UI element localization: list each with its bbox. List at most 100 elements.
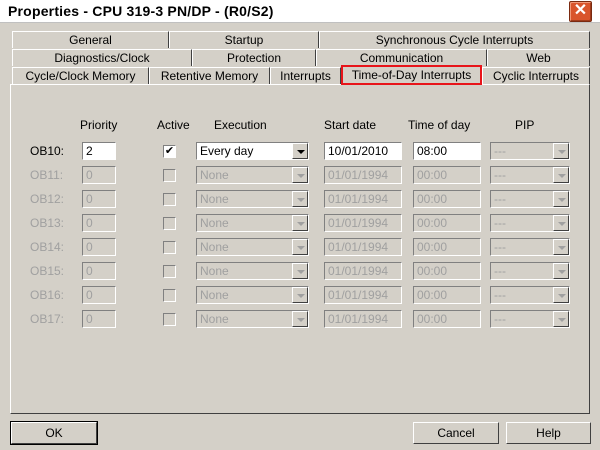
pip-select[interactable]: --- (490, 214, 570, 232)
tab-diagnostics-clock[interactable]: Diagnostics/Clock (12, 49, 192, 66)
active-checkbox[interactable] (163, 289, 176, 302)
tab-label: Protection (226, 51, 282, 65)
chevron-down-icon[interactable] (553, 143, 569, 159)
priority-input[interactable]: 0 (82, 286, 116, 304)
execution-value: None (200, 288, 229, 302)
tab-general[interactable]: General (12, 31, 169, 48)
start-date-input[interactable]: 01/01/1994 (324, 190, 402, 208)
start-date-input[interactable]: 10/01/2010 (324, 142, 402, 160)
chevron-down-icon[interactable] (292, 167, 308, 183)
execution-select[interactable]: None (196, 190, 309, 208)
ok-button[interactable]: OK (10, 421, 98, 445)
chevron-down-icon[interactable] (553, 239, 569, 255)
cancel-label: Cancel (437, 426, 475, 440)
close-button[interactable]: ✕ (569, 1, 592, 22)
active-checkbox[interactable]: ✔ (163, 145, 176, 158)
start-date-input[interactable]: 01/01/1994 (324, 238, 402, 256)
pip-value: --- (494, 144, 506, 158)
chevron-down-icon[interactable] (292, 239, 308, 255)
pip-value: --- (494, 216, 506, 230)
chevron-down-icon[interactable] (553, 311, 569, 327)
start-date-input[interactable]: 01/01/1994 (324, 310, 402, 328)
execution-select[interactable]: None (196, 310, 309, 328)
tab-label: General (69, 33, 112, 47)
start-date-input[interactable]: 01/01/1994 (324, 166, 402, 184)
active-checkbox[interactable] (163, 313, 176, 326)
active-checkbox[interactable] (163, 241, 176, 254)
start-date-input[interactable]: 01/01/1994 (324, 286, 402, 304)
pip-select[interactable]: --- (490, 166, 570, 184)
execution-select[interactable]: None (196, 166, 309, 184)
pip-value: --- (494, 168, 506, 182)
chevron-down-icon[interactable] (292, 215, 308, 231)
tab-retentive-memory[interactable]: Retentive Memory (149, 67, 270, 84)
active-checkbox[interactable] (163, 217, 176, 230)
execution-select[interactable]: Every day (196, 142, 309, 160)
tab-time-of-day-interrupts[interactable]: Time-of-Day Interrupts (341, 65, 482, 85)
header-active: Active (157, 118, 190, 132)
priority-input[interactable]: 0 (82, 238, 116, 256)
tab-cycle-clock-memory[interactable]: Cycle/Clock Memory (12, 67, 149, 84)
tab-label: Communication (359, 51, 444, 65)
chevron-down-icon[interactable] (292, 311, 308, 327)
pip-value: --- (494, 288, 506, 302)
chevron-down-icon[interactable] (553, 167, 569, 183)
chevron-down-icon[interactable] (553, 287, 569, 303)
ob-label: OB12: (30, 192, 65, 206)
priority-input[interactable]: 0 (82, 166, 116, 184)
priority-input[interactable]: 0 (82, 262, 116, 280)
priority-input[interactable]: 0 (82, 310, 116, 328)
time-of-day-input[interactable]: 00:00 (413, 190, 481, 208)
time-of-day-input[interactable]: 00:00 (413, 286, 481, 304)
chevron-down-icon[interactable] (292, 143, 308, 159)
priority-input[interactable]: 0 (82, 190, 116, 208)
time-of-day-input[interactable]: 00:00 (413, 238, 481, 256)
help-label: Help (536, 426, 561, 440)
tab-label: Cycle/Clock Memory (25, 69, 136, 83)
time-of-day-input[interactable]: 00:00 (413, 214, 481, 232)
tab-cyclic-interrupts[interactable]: Cyclic Interrupts (482, 67, 590, 84)
priority-input[interactable]: 0 (82, 214, 116, 232)
active-checkbox[interactable] (163, 265, 176, 278)
execution-select[interactable]: None (196, 238, 309, 256)
tab-web[interactable]: Web (487, 49, 590, 66)
chevron-down-icon[interactable] (553, 263, 569, 279)
tab-communication[interactable]: Communication (316, 49, 487, 66)
tab-startup[interactable]: Startup (169, 31, 319, 48)
tab-interrupts[interactable]: Interrupts (270, 67, 341, 84)
execution-select[interactable]: None (196, 214, 309, 232)
time-of-day-input[interactable]: 00:00 (413, 262, 481, 280)
ob-label: OB13: (30, 216, 65, 230)
start-date-input[interactable]: 01/01/1994 (324, 262, 402, 280)
time-of-day-input[interactable]: 00:00 (413, 310, 481, 328)
active-checkbox[interactable] (163, 193, 176, 206)
pip-select[interactable]: --- (490, 286, 570, 304)
chevron-down-icon[interactable] (292, 287, 308, 303)
active-checkbox[interactable] (163, 169, 176, 182)
time-of-day-input[interactable]: 00:00 (413, 166, 481, 184)
priority-input[interactable]: 2 (82, 142, 116, 160)
pip-select[interactable]: --- (490, 238, 570, 256)
chevron-down-icon[interactable] (292, 191, 308, 207)
ob-label: OB11: (30, 168, 64, 182)
execution-value: None (200, 312, 229, 326)
execution-select[interactable]: None (196, 262, 309, 280)
pip-value: --- (494, 312, 506, 326)
chevron-down-icon[interactable] (292, 263, 308, 279)
tab-synchronous-cycle-interrupts[interactable]: Synchronous Cycle Interrupts (319, 31, 590, 48)
pip-select[interactable]: --- (490, 262, 570, 280)
time-of-day-input[interactable]: 08:00 (413, 142, 481, 160)
pip-select[interactable]: --- (490, 190, 570, 208)
help-button[interactable]: Help (506, 422, 591, 444)
chevron-down-icon[interactable] (553, 191, 569, 207)
header-time-of-day: Time of day (408, 118, 471, 132)
chevron-down-icon[interactable] (553, 215, 569, 231)
execution-select[interactable]: None (196, 286, 309, 304)
pip-select[interactable]: --- (490, 310, 570, 328)
tab-label: Web (526, 51, 551, 65)
pip-select[interactable]: --- (490, 142, 570, 160)
header-start-date: Start date (324, 118, 377, 132)
cancel-button[interactable]: Cancel (413, 422, 499, 444)
start-date-input[interactable]: 01/01/1994 (324, 214, 402, 232)
tab-protection[interactable]: Protection (192, 49, 316, 66)
